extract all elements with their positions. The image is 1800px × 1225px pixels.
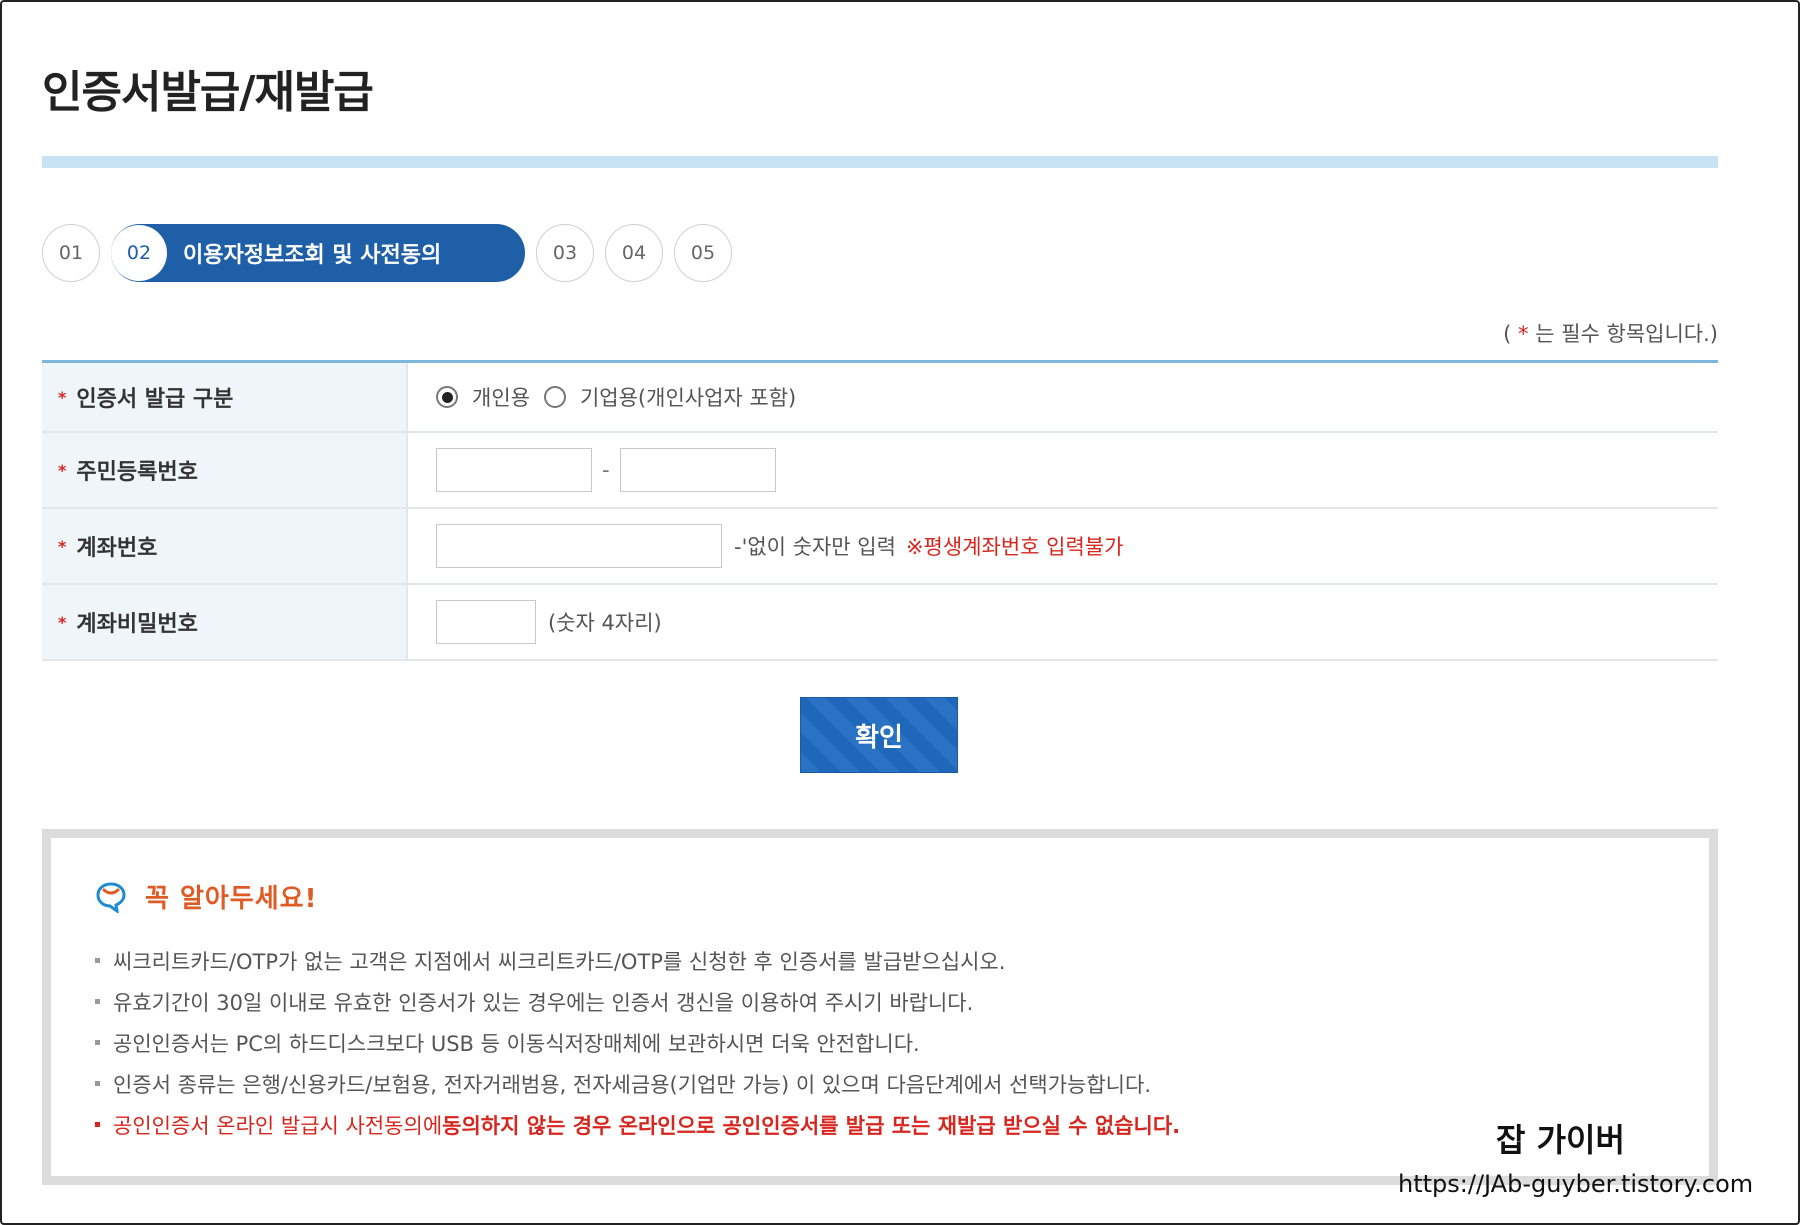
field-label-resident-number: * 주민등록번호 bbox=[42, 433, 408, 507]
notice-item: 유효기간이 30일 이내로 유효한 인증서가 있는 경우에는 인증서 갱신을 이… bbox=[95, 981, 1180, 1022]
account-number-input[interactable] bbox=[436, 524, 722, 568]
required-note-text: 는 필수 항목입니다.) bbox=[1528, 322, 1718, 346]
step-number: 02 bbox=[111, 225, 167, 281]
watermark-url: https://JAb-guyber.tistory.com bbox=[1398, 1170, 1754, 1198]
notice-item-warning: 공인인증서 온라인 발급시 사전동의에 동의하지 않는 경우 온라인으로 공인인… bbox=[95, 1104, 1180, 1145]
required-fields-note: ( * 는 필수 항목입니다.) bbox=[1503, 318, 1718, 348]
title-divider bbox=[42, 156, 1718, 168]
step-indicator: 01 02 이용자정보조회 및 사전동의 03 04 05 bbox=[42, 224, 743, 282]
step-01: 01 bbox=[42, 224, 100, 282]
label-text: 계좌번호 bbox=[76, 536, 158, 561]
field-value-cert-type: 개인용 기업용(개인사업자 포함) bbox=[408, 363, 1718, 431]
notice-title: 꼭 알아두세요! bbox=[145, 884, 318, 914]
field-label-account-password: * 계좌비밀번호 bbox=[42, 585, 408, 659]
form-row-resident-number: * 주민등록번호 - bbox=[42, 433, 1718, 509]
step-02-current: 02 이용자정보조회 및 사전동의 bbox=[111, 224, 525, 282]
step-04: 04 bbox=[605, 224, 663, 282]
notice-item: 씨크리트카드/OTP가 없는 고객은 지점에서 씨크리트카드/OTP를 신청한 … bbox=[95, 940, 1180, 981]
label-text: 인증서 발급 구분 bbox=[76, 387, 234, 412]
field-value-account-password: (숫자 4자리) bbox=[408, 585, 1718, 659]
confirm-button[interactable]: 확인 bbox=[800, 697, 958, 773]
label-text: 주민등록번호 bbox=[76, 460, 198, 485]
account-password-hint: (숫자 4자리) bbox=[548, 611, 662, 635]
label-text: 계좌비밀번호 bbox=[76, 612, 198, 637]
notice-header: 꼭 알아두세요! bbox=[95, 878, 317, 915]
notice-item: 공인인증서는 PC의 하드디스크보다 USB 등 이동식저장매체에 보관하시면 … bbox=[95, 1022, 1180, 1063]
step-number: 05 bbox=[690, 242, 716, 264]
step-label: 이용자정보조회 및 사전동의 bbox=[183, 243, 442, 268]
required-star-icon: * bbox=[1518, 322, 1529, 346]
notice-item: 인증서 종류는 은행/신용카드/보험용, 전자거래범용, 전자세금용(기업만 가… bbox=[95, 1063, 1180, 1104]
radio-personal[interactable] bbox=[436, 386, 458, 408]
resident-number-front-input[interactable] bbox=[436, 448, 592, 492]
required-star-icon: * bbox=[58, 460, 67, 480]
field-value-account-number: -'없이 숫자만 입력 ※평생계좌번호 입력불가 bbox=[408, 509, 1718, 583]
radio-personal-label[interactable]: 개인용 bbox=[472, 382, 530, 412]
required-note-prefix: ( bbox=[1503, 322, 1519, 346]
required-star-icon: * bbox=[58, 387, 67, 407]
account-password-input[interactable] bbox=[436, 600, 536, 644]
radio-business-label[interactable]: 기업용(개인사업자 포함) bbox=[580, 382, 796, 412]
step-03: 03 bbox=[536, 224, 594, 282]
watermark-title: 잡 가이버 bbox=[1496, 1121, 1625, 1159]
account-number-warning: ※평생계좌번호 입력불가 bbox=[905, 535, 1124, 559]
field-value-resident-number: - bbox=[408, 433, 1718, 507]
notice-box: 꼭 알아두세요! 씨크리트카드/OTP가 없는 고객은 지점에서 씨크리트카드/… bbox=[42, 829, 1718, 1185]
field-label-cert-type: * 인증서 발급 구분 bbox=[42, 363, 408, 431]
notice-list: 씨크리트카드/OTP가 없는 고객은 지점에서 씨크리트카드/OTP를 신청한 … bbox=[95, 940, 1180, 1145]
field-label-account-number: * 계좌번호 bbox=[42, 509, 408, 583]
resident-number-separator: - bbox=[602, 458, 610, 482]
page-title: 인증서발급/재발급 bbox=[42, 67, 374, 118]
resident-number-back-input[interactable] bbox=[619, 448, 776, 492]
notice-bubble-icon bbox=[96, 881, 126, 913]
required-star-icon: * bbox=[58, 612, 67, 632]
form-row-account-password: * 계좌비밀번호 (숫자 4자리) bbox=[42, 585, 1718, 661]
notice-warning-bold: 동의하지 않는 경우 온라인으로 공인인증서를 발급 또는 재발급 받으실 수 … bbox=[442, 1113, 1181, 1138]
required-star-icon: * bbox=[58, 536, 67, 556]
account-number-hint: -'없이 숫자만 입력 bbox=[734, 535, 896, 559]
notice-warning-normal: 공인인증서 온라인 발급시 사전동의에 bbox=[113, 1113, 443, 1138]
step-number: 04 bbox=[621, 242, 647, 264]
form-row-cert-type: * 인증서 발급 구분 개인용 기업용(개인사업자 포함) bbox=[42, 363, 1718, 433]
step-number: 03 bbox=[552, 242, 578, 264]
step-05: 05 bbox=[674, 224, 732, 282]
step-number: 01 bbox=[58, 242, 84, 264]
form-row-account-number: * 계좌번호 -'없이 숫자만 입력 ※평생계좌번호 입력불가 bbox=[42, 509, 1718, 585]
radio-business[interactable] bbox=[543, 386, 566, 408]
user-info-form: * 인증서 발급 구분 개인용 기업용(개인사업자 포함) * 주민등록번호 -… bbox=[42, 360, 1718, 661]
